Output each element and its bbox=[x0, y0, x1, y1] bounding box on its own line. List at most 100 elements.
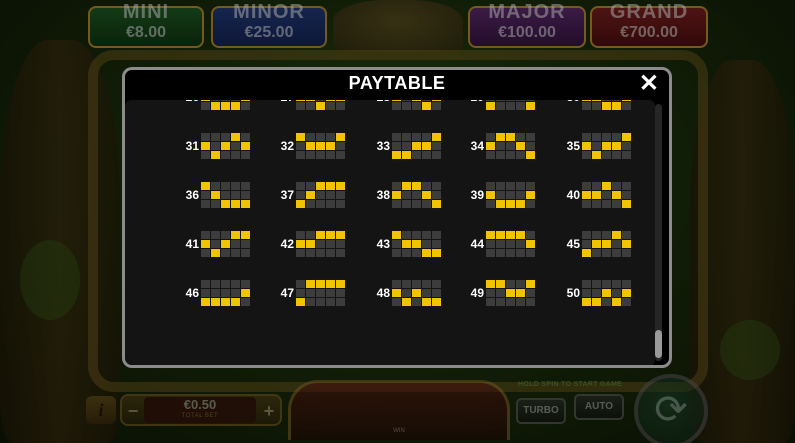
payline-31: 31 bbox=[173, 133, 263, 161]
scrollbar-track[interactable] bbox=[655, 104, 662, 361]
payline-cell bbox=[231, 249, 240, 257]
payline-number: 48 bbox=[376, 286, 390, 300]
payline-cell bbox=[316, 240, 325, 248]
payline-number: 34 bbox=[470, 139, 484, 153]
payline-cell-active bbox=[316, 182, 325, 190]
payline-cell bbox=[296, 191, 305, 199]
payline-cell-active bbox=[592, 191, 601, 199]
payline-cell bbox=[422, 182, 431, 190]
payline-cell-active bbox=[516, 142, 525, 150]
payline-cell bbox=[592, 231, 601, 239]
payline-cell bbox=[336, 289, 345, 297]
payline-35: 35 bbox=[554, 133, 644, 161]
payline-cell bbox=[432, 231, 441, 239]
payline-cell bbox=[306, 102, 315, 110]
payline-cell bbox=[486, 249, 495, 257]
payline-cell-active bbox=[412, 100, 421, 101]
payline-cell-active bbox=[336, 280, 345, 288]
payline-cell bbox=[336, 142, 345, 150]
payline-cell bbox=[412, 200, 421, 208]
payline-cell bbox=[622, 298, 631, 306]
payline-cell bbox=[602, 231, 611, 239]
payline-number: 27 bbox=[268, 100, 294, 104]
payline-cell-active bbox=[296, 200, 305, 208]
payline-cell bbox=[336, 191, 345, 199]
payline-cell bbox=[526, 249, 535, 257]
payline-cell bbox=[516, 151, 525, 159]
payline-cell bbox=[612, 249, 621, 257]
payline-cell bbox=[221, 249, 230, 257]
paytable-content[interactable]: 26 27 28 29 30 31 32 33 34 35 36 37 38 39 40 41 42 43 44 45… bbox=[125, 100, 655, 365]
payline-cell bbox=[201, 249, 210, 257]
payline-cell-active bbox=[592, 151, 601, 159]
payline-cell bbox=[412, 151, 421, 159]
payline-28: 28 bbox=[364, 100, 454, 112]
payline-cell-active bbox=[506, 231, 515, 239]
paytable-modal: PAYTABLE ✕ 26 27 28 29 30 31 32 33 34 35 36 37 38 39 4… bbox=[122, 67, 672, 368]
payline-cell-active bbox=[326, 231, 335, 239]
payline-cell-active bbox=[622, 289, 631, 297]
payline-cell-active bbox=[412, 142, 421, 150]
payline-cell bbox=[622, 231, 631, 239]
payline-cell bbox=[201, 191, 210, 199]
payline-cell-active bbox=[592, 240, 601, 248]
payline-cell-active bbox=[392, 231, 401, 239]
scrollbar-thumb[interactable] bbox=[655, 330, 662, 358]
payline-cell-active bbox=[422, 298, 431, 306]
payline-cell-active bbox=[496, 200, 505, 208]
payline-cell bbox=[211, 289, 220, 297]
payline-cell bbox=[506, 182, 515, 190]
payline-cell bbox=[306, 200, 315, 208]
payline-cell bbox=[201, 200, 210, 208]
payline-cell-active bbox=[526, 151, 535, 159]
payline-cell bbox=[221, 231, 230, 239]
payline-cell bbox=[496, 249, 505, 257]
payline-cell-active bbox=[201, 100, 210, 101]
payline-cell-active bbox=[296, 298, 305, 306]
payline-cell bbox=[306, 298, 315, 306]
payline-cell bbox=[306, 289, 315, 297]
payline-cell bbox=[231, 100, 240, 101]
payline-cell bbox=[231, 240, 240, 248]
payline-cell bbox=[211, 142, 220, 150]
payline-cell-active bbox=[622, 133, 631, 141]
payline-cell bbox=[432, 142, 441, 150]
close-icon[interactable]: ✕ bbox=[639, 70, 659, 98]
payline-cell bbox=[326, 240, 335, 248]
payline-cell bbox=[506, 102, 515, 110]
payline-cell bbox=[516, 100, 525, 101]
payline-cell-active bbox=[326, 100, 335, 101]
payline-cell-active bbox=[582, 100, 591, 101]
payline-cell-active bbox=[506, 200, 515, 208]
payline-number: 28 bbox=[364, 100, 390, 104]
payline-cell bbox=[612, 182, 621, 190]
payline-cell bbox=[526, 142, 535, 150]
payline-cell bbox=[516, 133, 525, 141]
payline-cell bbox=[602, 249, 611, 257]
payline-number: 35 bbox=[566, 139, 580, 153]
payline-cell bbox=[296, 280, 305, 288]
payline-cell-active bbox=[622, 200, 631, 208]
payline-number: 44 bbox=[470, 237, 484, 251]
payline-cell-active bbox=[412, 182, 421, 190]
payline-cell bbox=[526, 200, 535, 208]
payline-cell-active bbox=[221, 240, 230, 248]
payline-cell bbox=[496, 191, 505, 199]
payline-cell bbox=[486, 240, 495, 248]
payline-26: 26 bbox=[173, 100, 263, 112]
payline-cell bbox=[306, 182, 315, 190]
payline-number: 47 bbox=[280, 286, 294, 300]
payline-cell-active bbox=[612, 231, 621, 239]
payline-cell-active bbox=[412, 289, 421, 297]
payline-cell bbox=[402, 142, 411, 150]
payline-cell-active bbox=[231, 231, 240, 239]
payline-cell bbox=[412, 102, 421, 110]
payline-cell-active bbox=[296, 100, 305, 101]
payline-cell bbox=[432, 280, 441, 288]
payline-cell bbox=[326, 102, 335, 110]
payline-cell bbox=[241, 133, 250, 141]
payline-cell bbox=[622, 102, 631, 110]
payline-cell bbox=[402, 102, 411, 110]
payline-cell bbox=[486, 182, 495, 190]
payline-cell bbox=[422, 240, 431, 248]
